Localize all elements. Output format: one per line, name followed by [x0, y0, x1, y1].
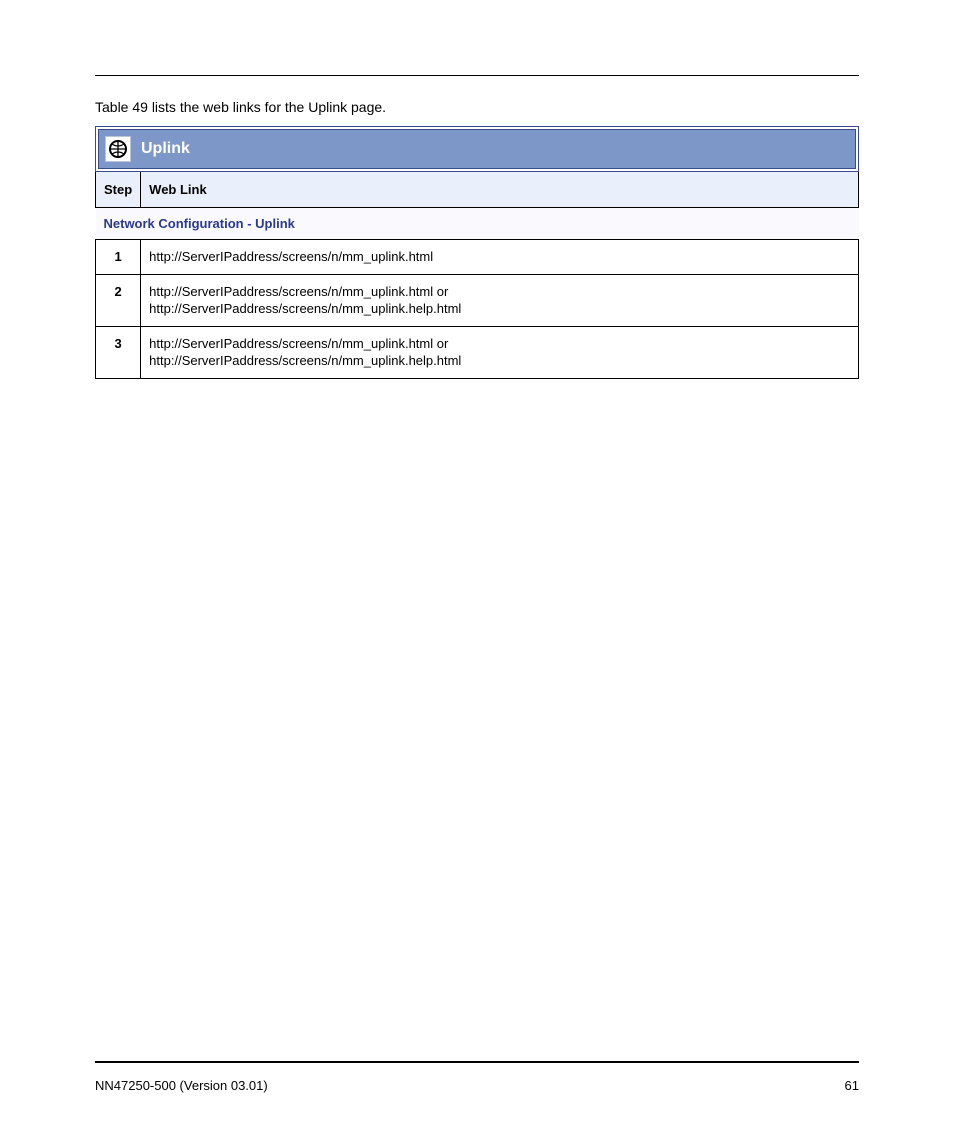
footer: NN47250-500 (Version 03.01) 61 [95, 1078, 859, 1093]
footer-page-number: 61 [845, 1078, 859, 1093]
step-cell: 3 [96, 326, 141, 378]
uplink-table: Uplink Step Web Link Network Configurati… [95, 126, 859, 379]
bottom-rule [95, 1061, 859, 1063]
section-label: Network Configuration - Uplink [96, 208, 859, 240]
intro-text: Table 49 lists the web links for the Upl… [95, 98, 859, 116]
section-row: Network Configuration - Uplink [96, 208, 859, 240]
table-header-row: Step Web Link [96, 172, 859, 208]
step-cell: 2 [96, 274, 141, 326]
table-row: 3 http://ServerIPaddress/screens/n/mm_up… [96, 326, 859, 378]
footer-left: NN47250-500 (Version 03.01) [95, 1078, 268, 1093]
table-row: 1 http://ServerIPaddress/screens/n/mm_up… [96, 240, 859, 275]
page: Table 49 lists the web links for the Upl… [0, 0, 954, 1145]
col-weblink: Web Link [141, 172, 859, 208]
table-row: 2 http://ServerIPaddress/screens/n/mm_up… [96, 274, 859, 326]
globe-icon [105, 136, 131, 162]
top-rule [95, 75, 859, 76]
weblink-cell: http://ServerIPaddress/screens/n/mm_upli… [141, 240, 859, 275]
step-cell: 1 [96, 240, 141, 275]
panel-title: Uplink [141, 140, 190, 158]
weblink-cell: http://ServerIPaddress/screens/n/mm_upli… [141, 326, 859, 378]
panel-header: Uplink [98, 129, 856, 169]
weblink-cell: http://ServerIPaddress/screens/n/mm_upli… [141, 274, 859, 326]
col-step: Step [96, 172, 141, 208]
